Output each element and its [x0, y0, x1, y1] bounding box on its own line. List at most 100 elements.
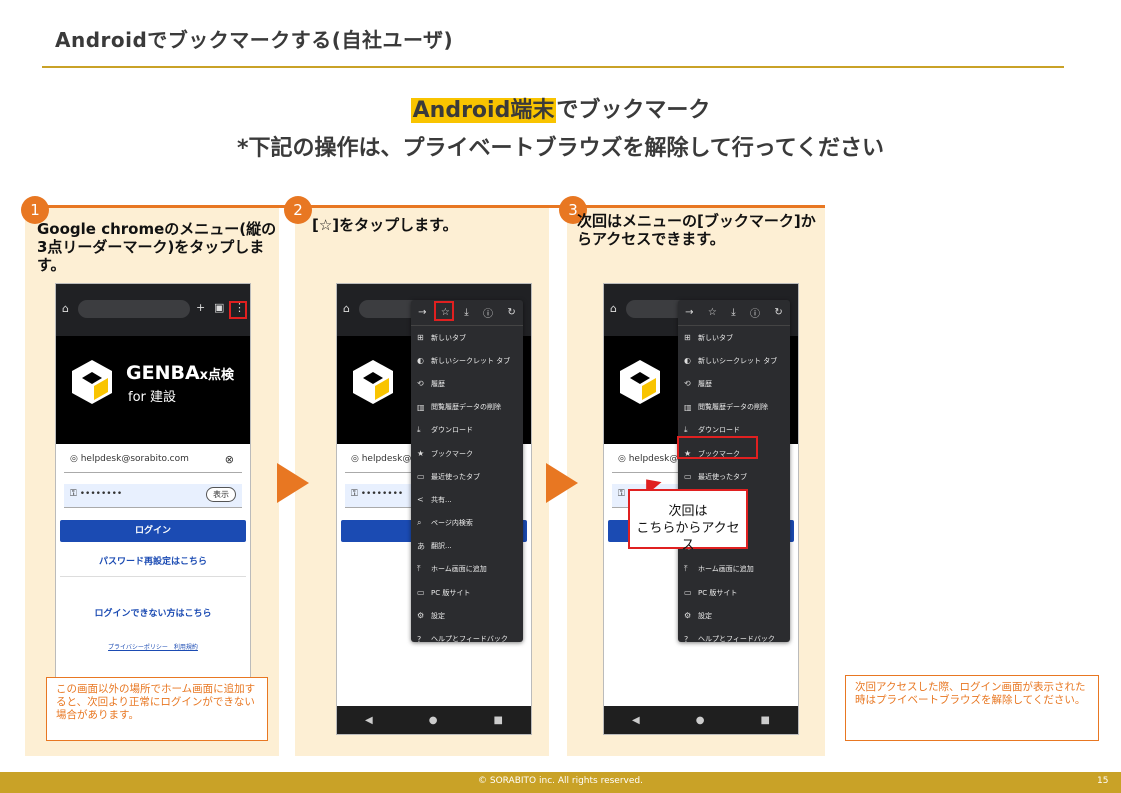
- menu-item[interactable]: ⤒ ホーム画面に追加: [411, 558, 523, 581]
- menu-item-label: 設定: [431, 611, 445, 620]
- menu-item[interactable]: < 共有...: [411, 488, 523, 511]
- callout-box: 次回は こちらからアクセス: [628, 489, 748, 553]
- android-nav-bar: ◀ ● ■: [337, 706, 531, 734]
- menu-item[interactable]: ⊞ 新しいタブ: [678, 326, 790, 349]
- download-icon[interactable]: ⤓: [731, 307, 735, 318]
- home-nav-icon[interactable]: ●: [696, 715, 705, 726]
- clear-icon[interactable]: ⊗: [225, 453, 234, 466]
- home-icon[interactable]: ⌂: [343, 302, 350, 315]
- password-value: ••••••••: [360, 489, 404, 499]
- menu-item-label: 新しいシークレット タブ: [698, 356, 778, 365]
- menu-item[interactable]: ▭ 最近使ったタブ: [411, 465, 523, 488]
- page-title: Androidでブックマークする(自社ユーザ): [55, 28, 454, 52]
- incognito-icon: ◐: [417, 356, 424, 366]
- settings-icon: ⚙: [684, 611, 692, 621]
- desktop-icon: ▭: [684, 588, 692, 598]
- android-nav-bar: ◀ ● ■: [604, 706, 798, 734]
- password-reset-link[interactable]: パスワード再設定はこちら: [56, 554, 250, 567]
- highlight-star-button: [434, 301, 454, 321]
- menu-item[interactable]: ▭ PC 版サイト: [678, 581, 790, 604]
- menu-item[interactable]: ▭ 最近使ったタブ: [678, 465, 790, 488]
- menu-item[interactable]: ⤒ ホーム画面に追加: [678, 558, 790, 581]
- menu-item[interactable]: ? ヘルプとフィードバック: [678, 627, 790, 650]
- step-text-2: [☆]をタップします。: [312, 216, 458, 234]
- back-icon[interactable]: ◀: [632, 715, 640, 726]
- menu-item-label: ブックマーク: [431, 449, 473, 458]
- forward-icon[interactable]: →: [685, 307, 693, 318]
- menu-item[interactable]: ? ヘルプとフィードバック: [411, 627, 523, 650]
- home-icon[interactable]: ⌂: [62, 302, 69, 315]
- download-icon: ⤓: [417, 425, 421, 435]
- back-icon[interactable]: ◀: [365, 715, 373, 726]
- history-icon: ⟲: [417, 379, 424, 389]
- headline-rest: でブックマーク: [556, 98, 711, 123]
- menu-item[interactable]: あ翻訳...: [411, 535, 523, 558]
- step-text-1: Google chromeのメニュー(縦の3点リーダーマーク)をタップします。: [37, 220, 277, 274]
- download-icon: ⤓: [684, 425, 688, 435]
- settings-icon: ⚙: [417, 611, 425, 621]
- download-icon[interactable]: ⤓: [464, 307, 468, 318]
- tabs-icon[interactable]: ▣: [214, 301, 224, 314]
- logo-main: GENBA: [126, 362, 200, 384]
- headline-highlight: Android端末: [410, 98, 557, 123]
- address-bar[interactable]: [78, 300, 190, 318]
- reload-icon[interactable]: ↻: [507, 307, 515, 318]
- trash-icon: ▥: [684, 402, 692, 412]
- menu-item[interactable]: ▥ 閲覧履歴データの削除: [678, 396, 790, 419]
- info-icon[interactable]: ⓘ: [483, 305, 493, 320]
- divider: [60, 576, 246, 577]
- new-tab-icon: ⊞: [684, 333, 691, 343]
- menu-item[interactable]: ▭ PC 版サイト: [411, 581, 523, 604]
- home-icon[interactable]: ⌂: [610, 302, 617, 315]
- reload-icon[interactable]: ↻: [774, 307, 782, 318]
- new-tab-icon: ⊞: [417, 333, 424, 343]
- key-icon: ⚿: [618, 489, 628, 499]
- incognito-icon: ◐: [684, 356, 691, 366]
- forward-icon[interactable]: →: [418, 307, 426, 318]
- login-button[interactable]: ログイン: [60, 520, 246, 542]
- step-number-2: 2: [284, 196, 312, 224]
- menu-item[interactable]: ⚙ 設定: [678, 604, 790, 627]
- star-icon: ★: [417, 449, 425, 459]
- genba-logo-icon: [72, 360, 112, 404]
- menu-item[interactable]: ◐ 新しいシークレット タブ: [678, 349, 790, 372]
- menu-item[interactable]: ⟲ 履歴: [411, 372, 523, 395]
- menu-item[interactable]: ⌕ ページ内検索: [411, 512, 523, 535]
- add-home-icon: ⤒: [417, 564, 421, 574]
- show-password-button[interactable]: 表示: [206, 487, 236, 502]
- menu-item[interactable]: ★ ブックマーク: [411, 442, 523, 465]
- title-divider: [42, 66, 1064, 68]
- menu-item[interactable]: ◐ 新しいシークレット タブ: [411, 349, 523, 372]
- chrome-overflow-menu: → ☆ ⤓ ⓘ ↻ ⊞ 新しいタブ ◐ 新しいシークレット タブ ⟲ 履歴 ▥ 閲覧履歴…: [678, 300, 790, 644]
- menu-item-label: 閲覧履歴データの削除: [431, 403, 501, 412]
- menu-item[interactable]: ⊞ 新しいタブ: [411, 326, 523, 349]
- add-home-icon: ⤒: [684, 564, 688, 574]
- menu-item[interactable]: ⟲ 履歴: [678, 372, 790, 395]
- info-icon[interactable]: ⓘ: [750, 305, 760, 320]
- bookmark-star-icon[interactable]: ☆: [708, 307, 717, 318]
- recent-apps-icon[interactable]: ■: [494, 715, 503, 726]
- menu-item[interactable]: ⚙ 設定: [411, 604, 523, 627]
- menu-item[interactable]: ⤓ ダウンロード: [411, 419, 523, 442]
- step-text-3: 次回はメニューの[ブックマーク]からアクセスできます。: [577, 212, 816, 248]
- next-step-arrow-icon: [277, 463, 309, 503]
- next-step-arrow-icon: [546, 463, 578, 503]
- menu-item-label: 新しいタブ: [431, 333, 466, 342]
- policy-links[interactable]: プライバシーポリシー 利用規約: [56, 642, 250, 651]
- cant-login-link[interactable]: ログインできない方はこちら: [56, 606, 250, 619]
- home-nav-icon[interactable]: ●: [429, 715, 438, 726]
- email-field[interactable]: ◎ helpdesk@sorabito.com ⊗: [64, 449, 242, 473]
- new-tab-icon[interactable]: +: [196, 301, 205, 314]
- subheadline: *下記の操作は、プライベートブラウズを解除して行ってください: [236, 136, 885, 161]
- copyright: © SORABITO inc. All rights reserved.: [478, 776, 643, 786]
- recent-apps-icon[interactable]: ■: [761, 715, 770, 726]
- password-value: ••••••••: [79, 489, 123, 499]
- user-icon: ◎: [351, 454, 362, 464]
- menu-item[interactable]: ▥ 閲覧履歴データの削除: [411, 396, 523, 419]
- step-divider: [25, 205, 825, 208]
- menu-item-label: 閲覧履歴データの削除: [698, 403, 768, 412]
- warning-note: この画面以外の場所でホーム画面に追加すると、次回より正常にログインができない場合…: [46, 677, 268, 741]
- password-field[interactable]: ⚿ •••••••• 表示: [64, 484, 242, 508]
- menu-item-label: 共有...: [431, 495, 452, 504]
- help-icon: ?: [684, 634, 689, 644]
